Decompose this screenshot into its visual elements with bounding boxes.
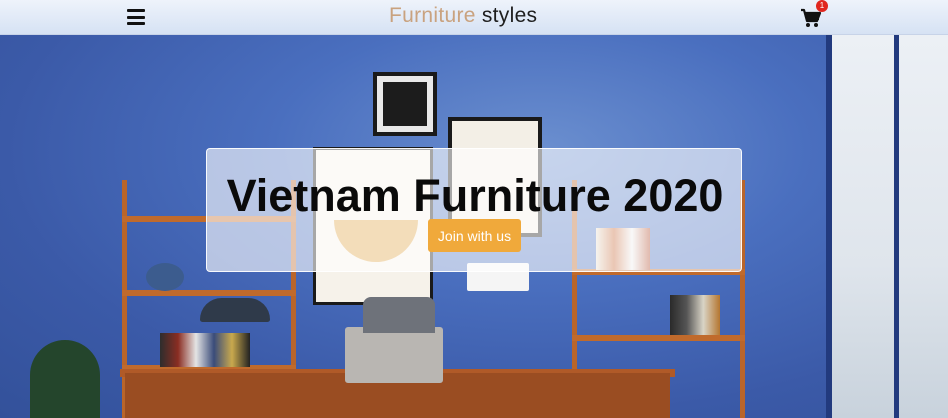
desk-lamp — [200, 298, 270, 322]
books — [670, 295, 720, 335]
join-with-us-button[interactable]: Join with us — [428, 219, 521, 252]
hero-banner: Vietnam Furniture 2020 Join with us — [206, 148, 742, 272]
laptop — [345, 327, 443, 383]
vase — [146, 263, 184, 291]
chair-back — [363, 297, 435, 333]
window-frame-right — [894, 35, 899, 418]
hero-title: Vietnam Furniture 2020 — [226, 170, 724, 221]
books — [160, 333, 250, 367]
cart-count-badge: 1 — [816, 0, 828, 12]
window-frame-left — [826, 35, 832, 418]
window-city-view — [830, 35, 948, 418]
brand-logo-part2: styles — [481, 4, 538, 27]
right-shelf-board — [572, 335, 745, 341]
hamburger-menu-icon[interactable] — [127, 9, 145, 25]
wall-picture-small — [373, 72, 437, 136]
top-navbar: Furniture styles 1 — [0, 0, 948, 35]
brand-logo-part1: Furniture — [389, 4, 476, 27]
brand-logo[interactable]: Furniture styles — [389, 4, 537, 28]
plant — [30, 340, 100, 418]
left-shelf-board — [122, 290, 296, 296]
